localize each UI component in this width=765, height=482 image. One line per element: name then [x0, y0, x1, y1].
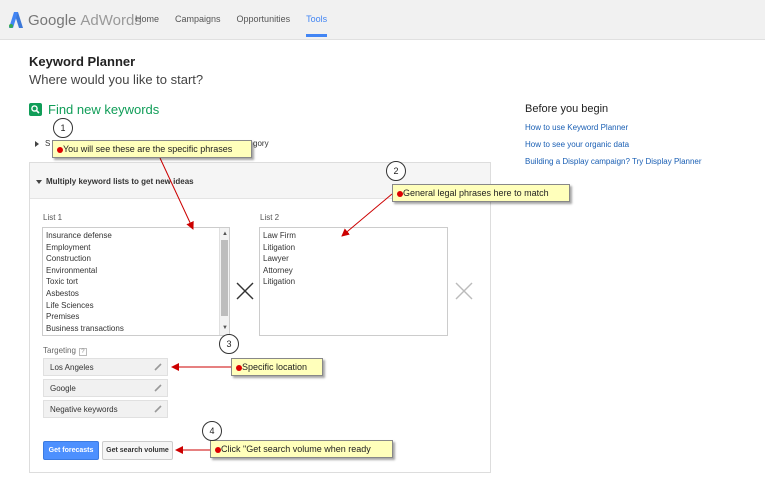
callout-2: General legal phrases here to match — [392, 184, 570, 202]
callout-3-text: Specific location — [242, 362, 308, 372]
callout-1-text: You will see these are the specific phra… — [63, 144, 233, 154]
step-4-badge: 4 — [202, 421, 222, 441]
annotation-arrows — [159, 157, 393, 454]
callout-dot — [397, 191, 403, 197]
arrow-2 — [341, 193, 393, 237]
callout-2-text: General legal phrases here to match — [403, 188, 549, 198]
callout-dot — [57, 147, 63, 153]
step-2-badge: 2 — [386, 161, 406, 181]
arrow-1 — [159, 157, 194, 230]
callout-3: Specific location — [231, 358, 323, 376]
callout-4-text: Click "Get search volume when ready — [221, 444, 371, 454]
callout-4: Click "Get search volume when ready — [210, 440, 393, 458]
callout-dot — [215, 447, 221, 453]
step-3-badge: 3 — [219, 334, 239, 354]
step-1-badge: 1 — [53, 118, 73, 138]
callout-dot — [236, 365, 242, 371]
callout-1: You will see these are the specific phra… — [52, 140, 252, 158]
